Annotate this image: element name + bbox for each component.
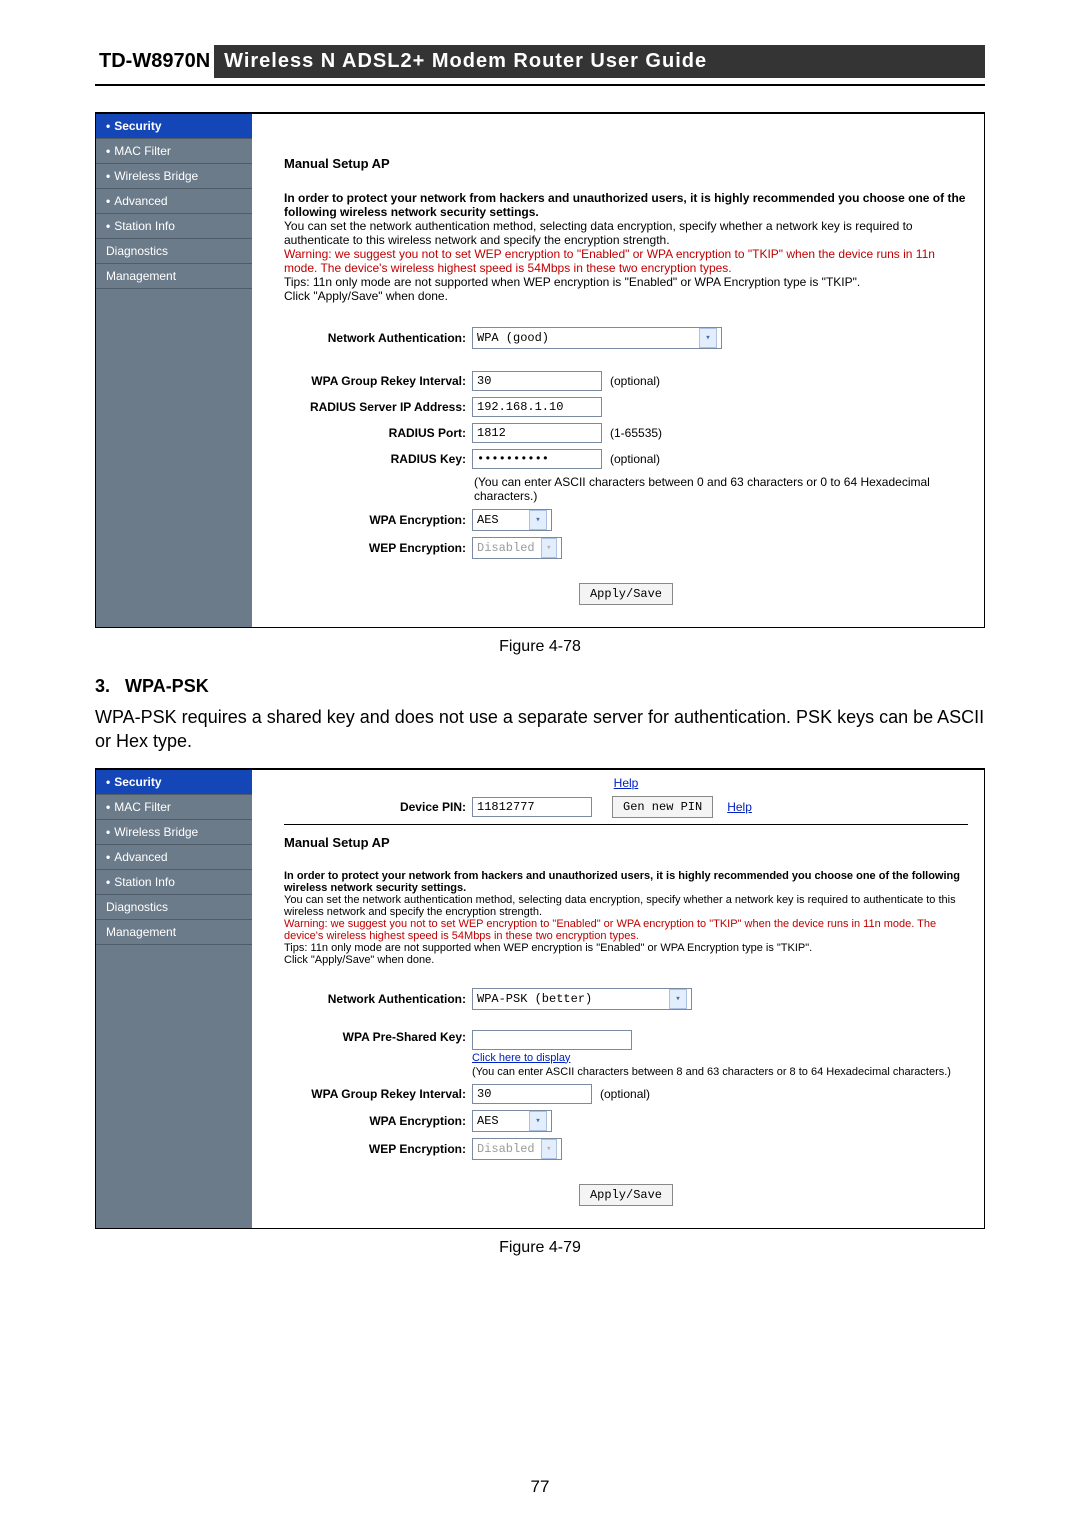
manual-setup-heading-79: Manual Setup AP [284, 835, 968, 850]
sidebar-fig78: •Security •MAC Filter •Wireless Bridge •… [96, 114, 252, 627]
sidebar-item-advanced[interactable]: •Advanced [96, 845, 252, 870]
network-auth-select-79[interactable]: WPA-PSK (better) ▾ [472, 988, 692, 1010]
psk-input[interactable] [472, 1030, 632, 1050]
tips-text: Tips: 11n only mode are not supported wh… [284, 275, 968, 289]
radius-ip-input[interactable] [472, 397, 602, 417]
warning-text: Warning: we suggest you not to set WEP e… [284, 247, 968, 275]
radius-port-range: (1-65535) [610, 426, 662, 440]
help-link-top[interactable]: Help [614, 776, 639, 790]
sidebar-item-diagnostics[interactable]: Diagnostics [96, 895, 252, 920]
apply-save-button[interactable]: Apply/Save [579, 583, 673, 605]
wep-enc-label: WEP Encryption: [284, 541, 472, 555]
sidebar-fig79: •Security •MAC Filter •Wireless Bridge •… [96, 770, 252, 1228]
network-auth-label-79: Network Authentication: [284, 992, 472, 1006]
wpa-enc-select[interactable]: AES ▾ [472, 509, 552, 531]
wep-enc-select: Disabled ▾ [472, 537, 562, 559]
device-pin-label: Device PIN: [284, 800, 472, 814]
sidebar-item-mac-filter[interactable]: •MAC Filter [96, 795, 252, 820]
section-heading: 3. WPA-PSK [95, 676, 985, 697]
figure-4-79: •Security •MAC Filter •Wireless Bridge •… [95, 768, 985, 1229]
intro2: You can set the network authentication m… [284, 219, 968, 247]
rekey-input-79[interactable] [472, 1084, 592, 1104]
rekey-label-79: WPA Group Rekey Interval: [284, 1087, 472, 1101]
network-auth-select[interactable]: WPA (good) ▾ [472, 327, 722, 349]
rekey-optional-79: (optional) [600, 1087, 650, 1101]
wpa-enc-label: WPA Encryption: [284, 513, 472, 527]
sidebar-item-security[interactable]: •Security [96, 114, 252, 139]
help-link-pin[interactable]: Help [727, 800, 752, 814]
section-body: WPA-PSK requires a shared key and does n… [95, 705, 985, 754]
sidebar-item-advanced[interactable]: •Advanced [96, 189, 252, 214]
tips-79: Tips: 11n only mode are not supported wh… [284, 942, 968, 954]
chevron-down-icon: ▾ [529, 510, 547, 530]
sidebar-item-wireless-bridge[interactable]: •Wireless Bridge [96, 164, 252, 189]
content-fig79: Help Device PIN: Gen new PIN Help Manual… [252, 770, 984, 1228]
divider [284, 824, 968, 825]
click-done: Click "Apply/Save" when done. [284, 289, 968, 303]
radius-port-label: RADIUS Port: [284, 426, 472, 440]
header-rule [95, 84, 985, 86]
network-auth-label: Network Authentication: [284, 331, 472, 345]
intro-bold-79: In order to protect your network from ha… [284, 870, 968, 894]
manual-setup-heading: Manual Setup AP [284, 156, 968, 171]
radius-ip-label: RADIUS Server IP Address: [284, 400, 472, 414]
chevron-down-icon: ▾ [699, 328, 717, 348]
warning-79: Warning: we suggest you not to set WEP e… [284, 918, 968, 942]
intro2-79: You can set the network authentication m… [284, 894, 968, 918]
doc-title: Wireless N ADSL2+ Modem Router User Guid… [214, 45, 985, 78]
chevron-down-icon: ▾ [541, 1139, 557, 1159]
page-number: 77 [0, 1477, 1080, 1497]
rekey-optional: (optional) [610, 374, 660, 388]
psk-note: (You can enter ASCII characters between … [472, 1066, 951, 1078]
content-fig78: Manual Setup AP In order to protect your… [252, 114, 984, 627]
figure-4-78: •Security •MAC Filter •Wireless Bridge •… [95, 112, 985, 628]
sidebar-item-station-info[interactable]: •Station Info [96, 870, 252, 895]
click-to-display-link[interactable]: Click here to display [472, 1052, 570, 1064]
chevron-down-icon: ▾ [541, 538, 557, 558]
sidebar-item-mac-filter[interactable]: •MAC Filter [96, 139, 252, 164]
psk-label: WPA Pre-Shared Key: [284, 1030, 472, 1044]
sidebar-item-station-info[interactable]: •Station Info [96, 214, 252, 239]
chevron-down-icon: ▾ [669, 989, 687, 1009]
model-label: TD-W8970N [95, 46, 214, 77]
intro-bold: In order to protect your network from ha… [284, 191, 968, 219]
radius-key-label: RADIUS Key: [284, 452, 472, 466]
radius-key-optional: (optional) [610, 452, 660, 466]
device-pin-input[interactable] [472, 797, 592, 817]
radius-key-input[interactable] [472, 449, 602, 469]
chevron-down-icon: ▾ [529, 1111, 547, 1131]
figure-78-caption: Figure 4-78 [95, 638, 985, 656]
sidebar-item-security[interactable]: •Security [96, 770, 252, 795]
wpa-enc-label-79: WPA Encryption: [284, 1114, 472, 1128]
click-done-79: Click "Apply/Save" when done. [284, 954, 968, 966]
radius-key-note: (You can enter ASCII characters between … [474, 475, 968, 503]
gen-new-pin-button[interactable]: Gen new PIN [612, 796, 713, 818]
wpa-enc-select-79[interactable]: AES ▾ [472, 1110, 552, 1132]
sidebar-item-management[interactable]: Management [96, 920, 252, 945]
apply-save-button-79[interactable]: Apply/Save [579, 1184, 673, 1206]
wep-enc-select-79: Disabled ▾ [472, 1138, 562, 1160]
radius-port-input[interactable] [472, 423, 602, 443]
figure-79-caption: Figure 4-79 [95, 1239, 985, 1257]
wep-enc-label-79: WEP Encryption: [284, 1142, 472, 1156]
sidebar-item-diagnostics[interactable]: Diagnostics [96, 239, 252, 264]
sidebar-item-wireless-bridge[interactable]: •Wireless Bridge [96, 820, 252, 845]
doc-header: TD-W8970N Wireless N ADSL2+ Modem Router… [95, 45, 985, 78]
rekey-input[interactable] [472, 371, 602, 391]
rekey-label: WPA Group Rekey Interval: [284, 374, 472, 388]
sidebar-item-management[interactable]: Management [96, 264, 252, 289]
